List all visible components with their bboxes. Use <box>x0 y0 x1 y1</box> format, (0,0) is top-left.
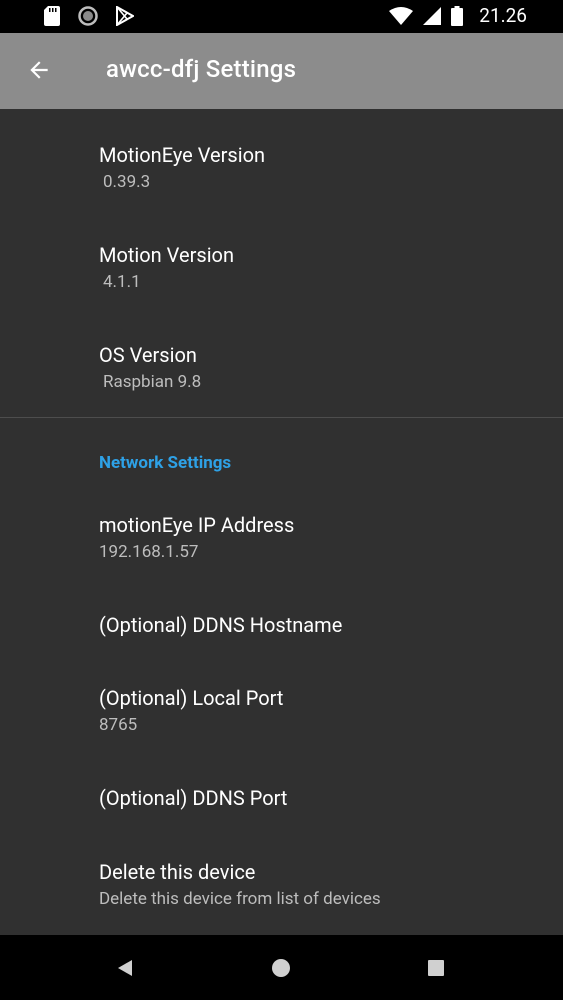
pref-summary: 8765 <box>99 715 138 735</box>
status-bar-left <box>44 6 134 26</box>
pref-motioneye-version[interactable]: MotionEye Version 0.39.3 <box>99 142 265 193</box>
pref-summary: 192.168.1.57 <box>99 542 199 562</box>
settings-list: MotionEye Version 0.39.3 Motion Version … <box>0 109 563 935</box>
sync-circle-icon <box>78 6 98 26</box>
pref-ddns-port[interactable]: (Optional) DDNS Port <box>99 785 287 811</box>
battery-icon <box>451 6 464 26</box>
sd-card-icon <box>44 6 60 26</box>
wifi-icon <box>389 7 414 25</box>
pref-title: (Optional) Local Port <box>99 686 284 710</box>
pref-title: (Optional) DDNS Port <box>99 786 288 810</box>
pref-summary: Delete this device from list of devices <box>99 889 381 909</box>
pref-local-port[interactable]: (Optional) Local Port 8765 <box>99 685 283 736</box>
pref-title: Motion Version <box>99 243 235 267</box>
status-bar-right: 21.26 <box>389 5 527 27</box>
nav-back-button[interactable] <box>110 953 140 983</box>
back-button[interactable] <box>22 53 56 87</box>
nav-recents-button[interactable] <box>421 953 451 983</box>
pref-title: Delete this device <box>99 860 256 884</box>
pref-ip-address[interactable]: motionEye IP Address 192.168.1.57 <box>99 512 294 563</box>
pref-ddns-hostname[interactable]: (Optional) DDNS Hostname <box>99 612 342 638</box>
pref-os-version[interactable]: OS Version Raspbian 9.8 <box>99 342 201 393</box>
page-title: awcc-dfj Settings <box>106 55 297 83</box>
pref-summary: 0.39.3 <box>103 172 151 192</box>
section-divider <box>0 417 563 418</box>
status-bar: 21.26 <box>0 0 563 33</box>
status-time: 21.26 <box>479 4 527 27</box>
arrow-back-icon <box>30 61 48 79</box>
pref-title: MotionEye Version <box>99 143 266 167</box>
pref-title: (Optional) DDNS Hostname <box>99 613 343 637</box>
pref-summary: 4.1.1 <box>103 272 141 292</box>
nav-home-button[interactable] <box>266 953 296 983</box>
app-bar: awcc-dfj Settings <box>0 33 563 109</box>
pref-delete-device[interactable]: Delete this device Delete this device fr… <box>99 859 381 910</box>
back-triangle-icon <box>118 960 132 976</box>
home-circle-icon <box>272 959 290 977</box>
category-network-settings: Network Settings <box>99 453 232 473</box>
pref-motion-version[interactable]: Motion Version 4.1.1 <box>99 242 234 293</box>
signal-icon <box>423 7 442 25</box>
play-store-icon <box>116 6 134 26</box>
pref-title: motionEye IP Address <box>99 513 295 537</box>
navigation-bar <box>0 935 563 1000</box>
recents-square-icon <box>428 960 444 976</box>
pref-summary: Raspbian 9.8 <box>103 372 202 392</box>
pref-title: OS Version <box>99 343 197 367</box>
